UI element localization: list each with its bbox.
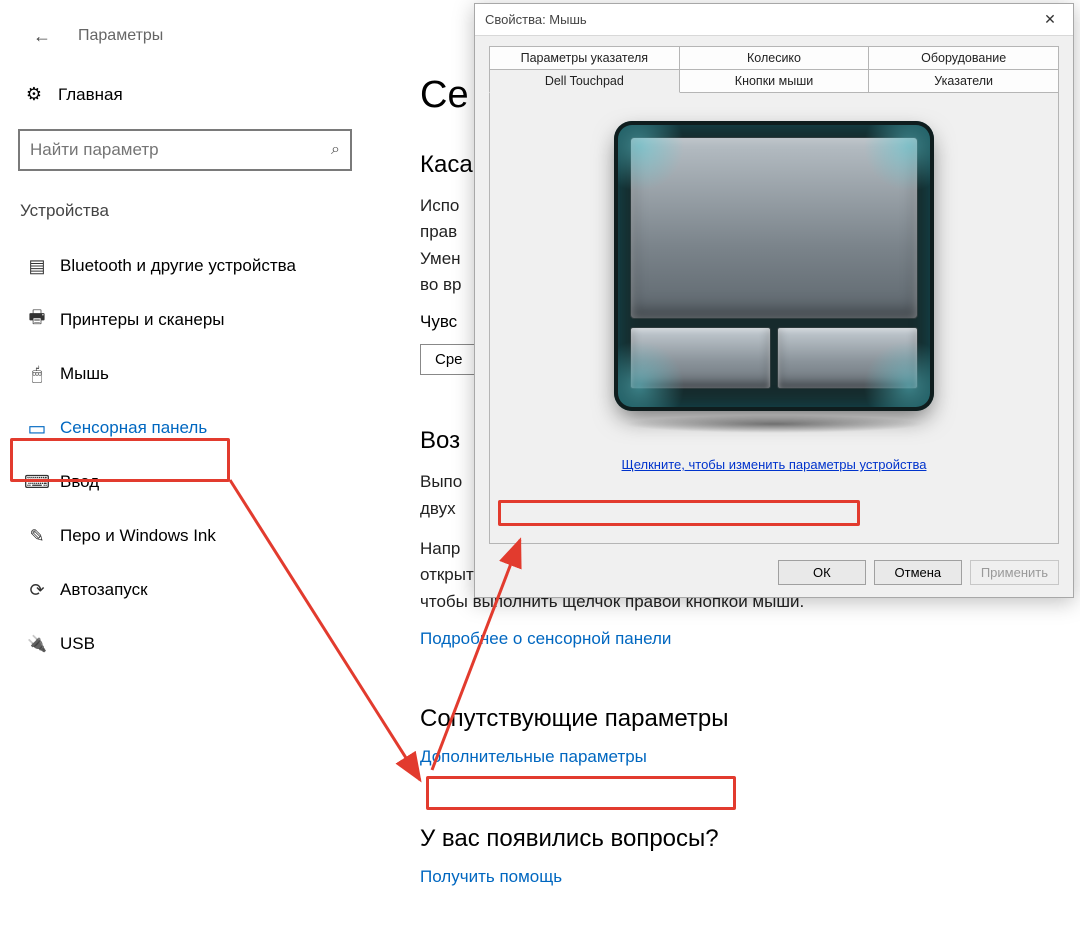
home-label: Главная bbox=[58, 85, 123, 105]
ok-button[interactable]: ОК bbox=[778, 560, 866, 585]
cancel-button[interactable]: Отмена bbox=[874, 560, 962, 585]
touchpad-icon bbox=[28, 416, 47, 441]
sidebar-item-label: USB bbox=[60, 634, 95, 654]
sidebar-item-usb[interactable]: USB bbox=[14, 617, 356, 671]
tab-dell-touchpad[interactable]: Dell Touchpad bbox=[489, 69, 680, 93]
dialog-title: Свойства: Мышь bbox=[485, 12, 587, 27]
print-icon bbox=[29, 305, 46, 335]
sidebar-item-pen[interactable]: Перо и Windows Ink bbox=[14, 509, 356, 563]
get-help-link[interactable]: Получить помощь bbox=[420, 867, 562, 887]
home-row[interactable]: Главная bbox=[14, 74, 356, 129]
tab-wheel[interactable]: Колесико bbox=[680, 46, 870, 70]
tab-hardware[interactable]: Оборудование bbox=[869, 46, 1059, 70]
autoplay-icon bbox=[29, 580, 44, 601]
learn-more-link[interactable]: Подробнее о сенсорной панели bbox=[420, 629, 671, 649]
tab-pointers[interactable]: Указатели bbox=[869, 69, 1059, 93]
tab-mouse-buttons[interactable]: Кнопки мыши bbox=[680, 69, 870, 93]
bt-icon bbox=[28, 256, 45, 277]
sidebar-item-label: Перо и Windows Ink bbox=[60, 526, 216, 546]
sidebar-item-label: Автозапуск bbox=[60, 580, 148, 600]
apply-button: Применить bbox=[970, 560, 1059, 585]
tab-panel: Щелкните, чтобы изменить параметры устро… bbox=[489, 93, 1059, 544]
gear-icon bbox=[26, 84, 42, 105]
tab-strip: Параметры указателя Колесико Оборудовани… bbox=[489, 46, 1059, 93]
sidebar-item-label: Мышь bbox=[60, 364, 109, 384]
touchpad-graphic bbox=[614, 121, 934, 411]
additional-params-link[interactable]: Дополнительные параметры bbox=[420, 747, 647, 767]
sidebar-item-touchpad[interactable]: Сенсорная панель bbox=[14, 401, 356, 455]
sidebar-item-bluetooth[interactable]: Bluetooth и другие устройства bbox=[14, 239, 356, 293]
usb-icon bbox=[27, 634, 47, 654]
keyboard-icon bbox=[24, 472, 50, 493]
back-arrow-icon[interactable]: ← bbox=[28, 22, 56, 50]
dialog-button-row: ОК Отмена Применить bbox=[475, 552, 1073, 597]
tab-pointer-options[interactable]: Параметры указателя bbox=[489, 46, 680, 70]
pen-icon bbox=[29, 526, 44, 547]
related-heading: Сопутствующие параметры bbox=[420, 705, 1040, 733]
questions-heading: У вас появились вопросы? bbox=[420, 825, 1040, 853]
touchpad-right-button bbox=[777, 327, 918, 389]
sidebar-item-mouse[interactable]: Мышь bbox=[14, 347, 356, 401]
sidebar: Главная ⌕ Устройства Bluetooth и другие … bbox=[0, 64, 370, 887]
sidebar-item-label: Сенсорная панель bbox=[60, 418, 207, 438]
search-icon: ⌕ bbox=[331, 141, 340, 159]
touchpad-surface bbox=[630, 137, 918, 319]
sidebar-item-label: Bluetooth и другие устройства bbox=[60, 256, 296, 276]
search-box[interactable]: ⌕ bbox=[18, 129, 352, 171]
sidebar-item-label: Принтеры и сканеры bbox=[60, 310, 225, 330]
sidebar-item-label: Ввод bbox=[60, 472, 99, 492]
sidebar-item-autoplay[interactable]: Автозапуск bbox=[14, 563, 356, 617]
sidebar-item-typing[interactable]: Ввод bbox=[14, 455, 356, 509]
category-label: Устройства bbox=[14, 201, 356, 239]
dialog-titlebar[interactable]: Свойства: Мышь ✕ bbox=[475, 4, 1073, 36]
close-icon[interactable]: ✕ bbox=[1031, 6, 1069, 34]
window-title: Параметры bbox=[78, 27, 163, 45]
change-device-settings-link[interactable]: Щелкните, чтобы изменить параметры устро… bbox=[622, 457, 927, 472]
mouse-properties-dialog: Свойства: Мышь ✕ Параметры указателя Кол… bbox=[474, 3, 1074, 598]
touchpad-left-button bbox=[630, 327, 771, 389]
sidebar-item-printers[interactable]: Принтеры и сканеры bbox=[14, 293, 356, 347]
mouse-icon bbox=[32, 364, 43, 385]
search-input[interactable] bbox=[30, 140, 331, 160]
